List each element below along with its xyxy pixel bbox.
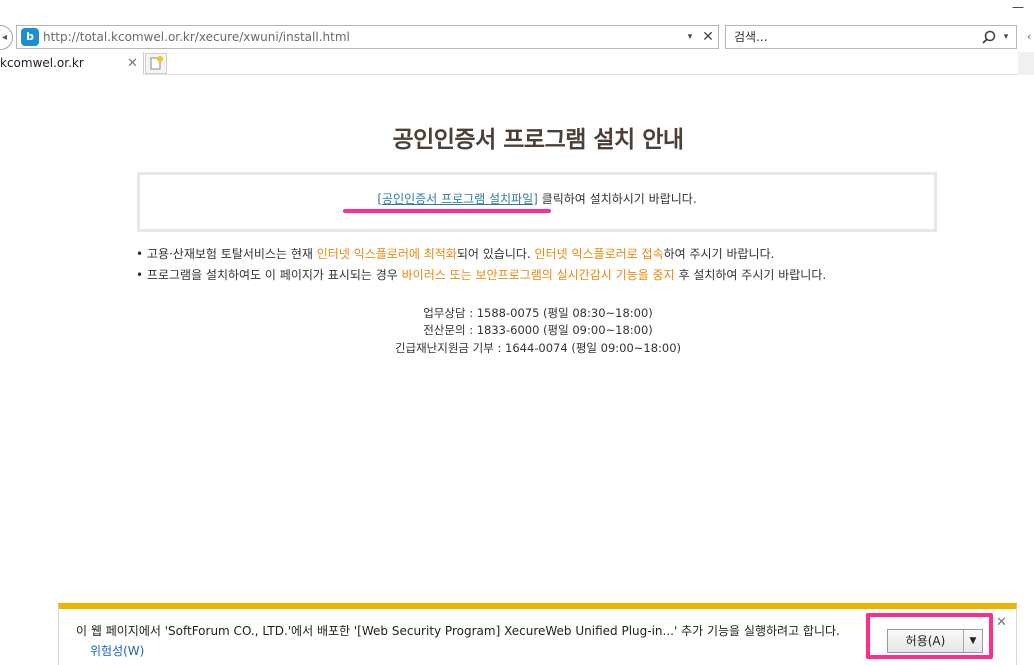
notice-text: 되어 있습니다. (456, 247, 535, 261)
contact-business: 업무상담 : 1588-0075 (평일 08:30~18:00) (423, 306, 653, 320)
bullet: • (136, 247, 147, 261)
tab-label: kcomwel.or.kr (0, 56, 84, 70)
url-text[interactable]: http://total.kcomwel.or.kr/xecure/xwuni/… (43, 26, 350, 48)
allow-dropdown-icon[interactable]: ▼ (964, 630, 982, 652)
notice-text: 하여 주시기 바랍니다. (663, 247, 775, 261)
browser-toolbar: — ◂ b http://total.kcomwel.or.kr/xecure/… (0, 0, 1034, 75)
toolbar-overflow-icon[interactable]: ‹ (1027, 30, 1031, 43)
risk-link[interactable]: 위험성(W) (90, 642, 144, 659)
allow-button[interactable]: 허용(A) ▼ (887, 629, 983, 653)
window-edge (1018, 52, 1034, 75)
allow-button-label[interactable]: 허용(A) (888, 630, 964, 652)
search-dropdown-icon[interactable]: ▾ (1000, 26, 1012, 48)
address-bar[interactable]: b http://total.kcomwel.or.kr/xecure/xwun… (16, 25, 719, 49)
tab-strip: kcomwel.or.kr ✕ (0, 52, 1034, 75)
notice-highlight: 바이러스 또는 보안프로그램의 실시간감시 기능을 중지 (401, 268, 675, 282)
notice-text: 후 설치하여 주시기 바랍니다. (674, 268, 827, 282)
install-file-link[interactable]: [공인인증서 프로그램 설치파일] (377, 192, 538, 206)
highlight-underline (343, 209, 551, 213)
contact-it-support: 전산문의 : 1833-6000 (평일 09:00~18:00) (423, 323, 653, 337)
notice-text: 고용·산재보험 토탈서비스는 현재 (146, 247, 317, 261)
new-tab-icon (150, 56, 163, 70)
minimize-button[interactable]: — (1010, 1, 1026, 16)
site-favicon-icon: b (21, 28, 39, 46)
notice-highlight: 인터넷 익스플로러로 접속 (534, 247, 664, 261)
notification-message: 이 웹 페이지에서 'SoftForum CO., LTD.'에서 배포한 '[… (76, 624, 840, 638)
notification-close-icon[interactable]: ✕ (996, 615, 1007, 630)
notice-highlight: 인터넷 익스플로러에 최적화 (316, 247, 457, 261)
url-dropdown-icon[interactable]: ▾ (684, 26, 696, 48)
back-arrow-icon: ◂ (1, 32, 7, 43)
notice-antivirus: • 프로그램을 설치하여도 이 페이지가 표시되는 경우 바이러스 또는 보안프… (136, 266, 826, 283)
new-tab-button[interactable] (145, 53, 167, 74)
tab-kcomwel[interactable]: kcomwel.or.kr ✕ (0, 52, 144, 75)
search-placeholder: 검색... (734, 30, 768, 44)
notice-text: 프로그램을 설치하여도 이 페이지가 표시되는 경우 (146, 268, 402, 282)
bullet: • (136, 268, 147, 282)
search-icon[interactable] (980, 26, 998, 48)
install-instruction: [공인인증서 프로그램 설치파일] 클릭하여 설치하시기 바랍니다. (140, 190, 934, 207)
back-button[interactable]: ◂ (0, 25, 13, 50)
url-stop-icon[interactable]: ✕ (700, 26, 716, 48)
install-instruction-text: 클릭하여 설치하시기 바랍니다. (537, 192, 697, 206)
notice-ie-optimized: • 고용·산재보험 토탈서비스는 현재 인터넷 익스플로러에 최적화되어 있습니… (136, 245, 774, 262)
install-box: [공인인증서 프로그램 설치파일] 클릭하여 설치하시기 바랍니다. (137, 172, 937, 232)
page-title: 공인인증서 프로그램 설치 안내 (392, 127, 684, 153)
search-input[interactable]: 검색... ▾ (725, 25, 1017, 49)
tab-close-icon[interactable]: ✕ (127, 52, 138, 75)
contact-donation: 긴급재난지원금 기부 : 1644-0074 (평일 09:00~18:00) (394, 341, 682, 355)
